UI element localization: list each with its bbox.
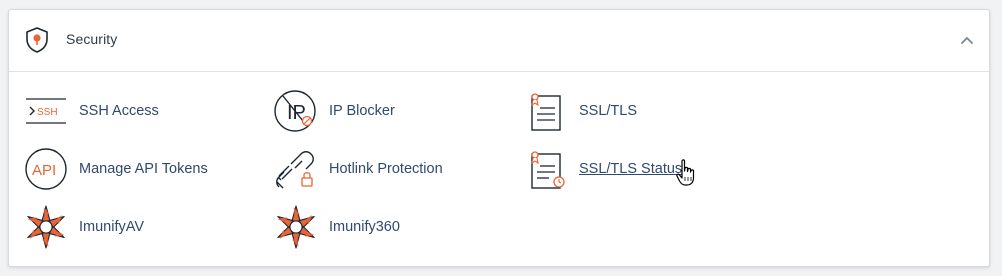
ip-blocker-item[interactable]: IP IP Blocker (273, 86, 395, 136)
ssh-access-item[interactable]: SSH SSH Access (23, 86, 159, 136)
security-section-header[interactable]: Security (9, 10, 989, 72)
manage-api-tokens-label: Manage API Tokens (79, 161, 208, 177)
security-panel: Security SSH SSH Access IP IP Blocker SS… (8, 9, 990, 267)
imunifyav-item[interactable]: ImunifyAV (23, 202, 144, 252)
security-shield-icon (26, 27, 48, 53)
ip-blocker-label: IP Blocker (329, 103, 395, 119)
hotlink-protection-label: Hotlink Protection (329, 161, 443, 177)
ip-blocker-icon: IP (274, 90, 316, 132)
imunify360-item[interactable]: Imunify360 (273, 202, 400, 252)
ssl-tls-status-item[interactable]: SSL/TLS Status (523, 144, 682, 194)
chevron-up-icon[interactable] (959, 32, 975, 48)
section-title: Security (66, 31, 118, 47)
certificate-icon (531, 93, 561, 131)
imunify-av-icon (27, 205, 65, 249)
api-icon: API (25, 148, 67, 190)
broken-link-lock-icon (276, 151, 314, 189)
certificate-status-icon (531, 151, 565, 189)
ssl-tls-label: SSL/TLS (579, 103, 638, 119)
svg-text:API: API (32, 162, 56, 179)
imunifyav-label: ImunifyAV (79, 219, 145, 235)
ssh-terminal-icon: SSH (26, 98, 66, 124)
manage-api-tokens-item[interactable]: API Manage API Tokens (23, 144, 208, 194)
ssh-access-label: SSH Access (79, 103, 159, 119)
ssl-tls-status-label: SSL/TLS Status (579, 161, 683, 177)
ssl-tls-item[interactable]: SSL/TLS (523, 86, 637, 136)
imunify360-icon (277, 205, 315, 249)
imunify360-label: Imunify360 (329, 219, 400, 235)
hotlink-protection-item[interactable]: Hotlink Protection (273, 144, 443, 194)
svg-text:SSH: SSH (37, 107, 58, 118)
